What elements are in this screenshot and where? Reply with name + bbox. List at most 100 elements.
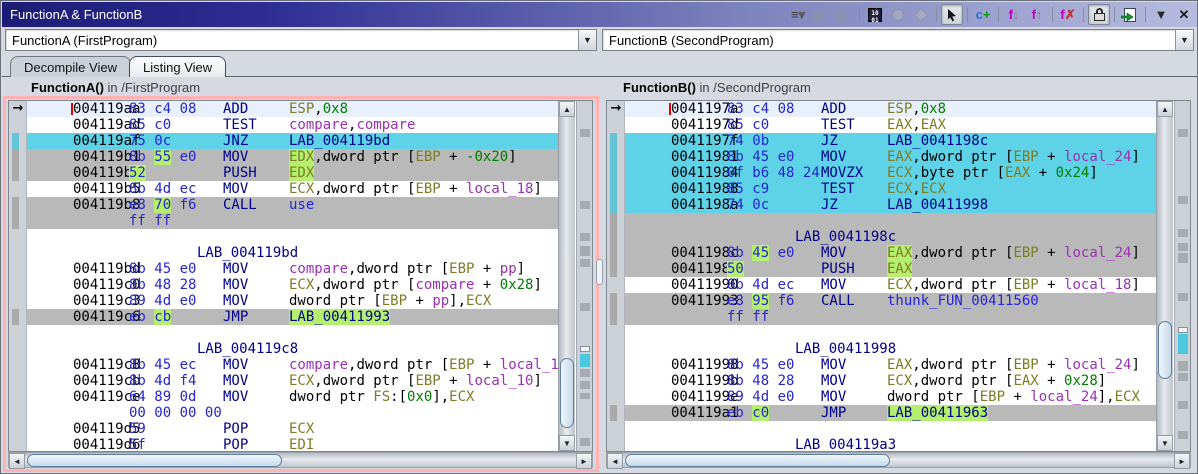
- scroll-down-button[interactable]: ▼: [559, 435, 575, 451]
- listing-row[interactable]: 0041198c8b 45 e0MOVEAX,dword ptr [EBP + …: [625, 245, 1156, 261]
- listing-row[interactable]: 004119d559POPECX: [27, 421, 558, 437]
- overview-view-indicator[interactable]: [1178, 327, 1188, 333]
- overview-marker[interactable]: [1178, 196, 1188, 204]
- listing-row[interactable]: [625, 421, 1156, 437]
- listing-row[interactable]: 0041197a83 c4 08ADDESP,0x8: [625, 101, 1156, 117]
- listing-label-row[interactable]: LAB_004119c8: [27, 341, 558, 357]
- listing-row[interactable]: 004119cb8b 4d f4MOVECX,dword ptr [EBP + …: [27, 373, 558, 389]
- listing-row[interactable]: 004119818b 45 e0MOVEAX,dword ptr [EBP + …: [625, 149, 1156, 165]
- listing-row[interactable]: ff ff: [27, 213, 558, 229]
- listing-row[interactable]: 004119c88b 45 ecMOVcompare,dword ptr [EB…: [27, 357, 558, 373]
- listing-label-row[interactable]: LAB_004119bd: [27, 245, 558, 261]
- listing-row[interactable]: 0041198885 c9TESTECX,ECX: [625, 181, 1156, 197]
- right-overview-margin[interactable]: [1174, 101, 1190, 451]
- listing-row[interactable]: 0041199e89 4d e0MOVdword ptr [EBP + loca…: [625, 389, 1156, 405]
- left-overview-margin[interactable]: [576, 101, 592, 451]
- overview-marker[interactable]: [580, 381, 590, 389]
- right-hscroll-thumb[interactable]: [625, 454, 890, 467]
- listing-row[interactable]: 0041197d85 c0TESTEAX,EAX: [625, 117, 1156, 133]
- overview-diff-marker[interactable]: [580, 354, 590, 367]
- listing-label-row[interactable]: LAB_00411998: [625, 341, 1156, 357]
- overview-marker[interactable]: [1178, 229, 1188, 237]
- tab-decompile-view[interactable]: Decompile View: [10, 56, 131, 77]
- listing-row[interactable]: 00 00 00 00: [27, 405, 558, 421]
- cursor-location-tracking-icon[interactable]: [941, 4, 963, 25]
- chevron-down-icon[interactable]: ▼: [1175, 30, 1193, 50]
- listing-format-menu-icon[interactable]: ≡▾: [787, 4, 809, 25]
- listing-row[interactable]: 004119af75 0cJNZLAB_004119bd: [27, 133, 558, 149]
- next-function-icon[interactable]: f↓: [1003, 4, 1025, 25]
- overview-marker[interactable]: [580, 303, 590, 311]
- listing-row[interactable]: 004119c389 4d e0MOVdword ptr [EBP + pp],…: [27, 293, 558, 309]
- chevron-down-icon[interactable]: ▼: [578, 30, 596, 50]
- left-hscroll-thumb[interactable]: [27, 454, 282, 467]
- listing-row[interactable]: 004119c6eb cbJMPLAB_00411993: [27, 309, 558, 325]
- left-listing[interactable]: 004119aa83 c4 08ADDESP,0x8004119ad85 c0T…: [27, 101, 558, 451]
- scroll-down-button[interactable]: ▼: [1157, 435, 1173, 451]
- tab-listing-view[interactable]: Listing View: [129, 56, 226, 77]
- overview-marker[interactable]: [1178, 293, 1188, 301]
- listing-row[interactable]: 004119a1eb c0JMPLAB_00411963: [625, 405, 1156, 421]
- remove-function-icon[interactable]: f✗: [1057, 4, 1079, 25]
- right-listing[interactable]: 0041197a83 c4 08ADDESP,0x80041197d85 c0T…: [625, 101, 1156, 451]
- listing-row[interactable]: ff ff: [625, 309, 1156, 325]
- right-horizontal-scrollbar[interactable]: ◄ ►: [606, 452, 1191, 468]
- overview-marker[interactable]: [1178, 361, 1188, 371]
- overview-marker[interactable]: [580, 393, 590, 399]
- overview-marker[interactable]: [1178, 431, 1188, 439]
- scroll-up-button[interactable]: ▲: [559, 101, 575, 117]
- listing-row[interactable]: 004119ad85 c0TESTcompare,compare: [27, 117, 558, 133]
- listing-row[interactable]: 004119c08b 48 28MOVECX,dword ptr [compar…: [27, 277, 558, 293]
- listing-row[interactable]: 004119b452PUSHEDX: [27, 165, 558, 181]
- add-comparison-icon[interactable]: c+: [972, 4, 994, 25]
- function-a-selector[interactable]: FunctionA (FirstProgram) ▼: [5, 29, 597, 51]
- listing-row[interactable]: 0041198a74 0cJZLAB_00411998: [625, 197, 1156, 213]
- apply-markup-icon[interactable]: [1119, 4, 1141, 25]
- overview-marker[interactable]: [580, 259, 590, 267]
- listing-row[interactable]: 0041197f74 0bJZLAB_0041198c: [625, 133, 1156, 149]
- scroll-left-button[interactable]: ◄: [607, 453, 623, 469]
- listing-row[interactable]: 004119b18b 55 e0MOVEDX,dword ptr [EBP + …: [27, 149, 558, 165]
- scroll-left-button[interactable]: ◄: [9, 453, 25, 469]
- right-vscroll-thumb[interactable]: [1158, 321, 1172, 379]
- listing-row[interactable]: 004119ce64 89 0dMOVdword ptr FS:[0x0],EC…: [27, 389, 558, 405]
- overview-marker[interactable]: [580, 129, 590, 137]
- left-vertical-scrollbar[interactable]: ▲ ▼: [558, 101, 575, 451]
- overview-marker[interactable]: [1178, 243, 1188, 251]
- listing-row[interactable]: [625, 325, 1156, 341]
- listing-row[interactable]: 0041199b8b 48 28MOVECX,dword ptr [EAX + …: [625, 373, 1156, 389]
- overview-marker[interactable]: [1178, 373, 1188, 381]
- left-horizontal-scrollbar[interactable]: ◄ ►: [8, 452, 593, 468]
- local-dropdown-menu-icon[interactable]: ▼: [1150, 4, 1172, 25]
- listing-row[interactable]: [625, 213, 1156, 229]
- overview-marker[interactable]: [1178, 253, 1188, 263]
- listing-row[interactable]: 004119aa83 c4 08ADDESP,0x8: [27, 101, 558, 117]
- lock-scroll-sync-icon[interactable]: [1088, 4, 1110, 25]
- previous-function-icon[interactable]: f↑: [1026, 4, 1048, 25]
- overview-marker[interactable]: [580, 233, 590, 241]
- scroll-right-button[interactable]: ►: [576, 453, 592, 469]
- listing-label-row[interactable]: LAB_004119a3: [625, 437, 1156, 451]
- overview-marker[interactable]: [580, 438, 590, 446]
- listing-row[interactable]: 004119840f b6 48 24MOVZXECX,byte ptr [EA…: [625, 165, 1156, 181]
- listing-row[interactable]: 004119b8e8 70 f6CALLuse: [27, 197, 558, 213]
- listing-row[interactable]: 004119b58b 4d ecMOVECX,dword ptr [EBP + …: [27, 181, 558, 197]
- left-vscroll-thumb[interactable]: [560, 358, 574, 428]
- overview-marker[interactable]: [1178, 401, 1188, 409]
- close-icon[interactable]: ✕: [1173, 4, 1195, 25]
- listing-row[interactable]: 0041198f50PUSHEAX: [625, 261, 1156, 277]
- listing-row[interactable]: [27, 325, 558, 341]
- window-titlebar[interactable]: FunctionA & FunctionB ≡▾▤↓▤↑1001c+f↓f↑f✗…: [2, 2, 1198, 27]
- overview-marker[interactable]: [580, 201, 590, 209]
- overview-view-indicator[interactable]: [580, 346, 590, 352]
- scroll-right-button[interactable]: ►: [1174, 453, 1190, 469]
- function-b-selector[interactable]: FunctionB (SecondProgram) ▼: [602, 29, 1194, 51]
- listing-row[interactable]: [27, 229, 558, 245]
- panel-splitter-handle[interactable]: [596, 259, 603, 285]
- overview-marker[interactable]: [580, 369, 590, 377]
- toggle-byte-display-icon[interactable]: 1001: [864, 4, 886, 25]
- listing-row[interactable]: 004119908b 4d ecMOVECX,dword ptr [EBP + …: [625, 277, 1156, 293]
- listing-row[interactable]: 004119988b 45 e0MOVEAX,dword ptr [EBP + …: [625, 357, 1156, 373]
- listing-row[interactable]: 004119bd8b 45 e0MOVcompare,dword ptr [EB…: [27, 261, 558, 277]
- listing-label-row[interactable]: LAB_0041198c: [625, 229, 1156, 245]
